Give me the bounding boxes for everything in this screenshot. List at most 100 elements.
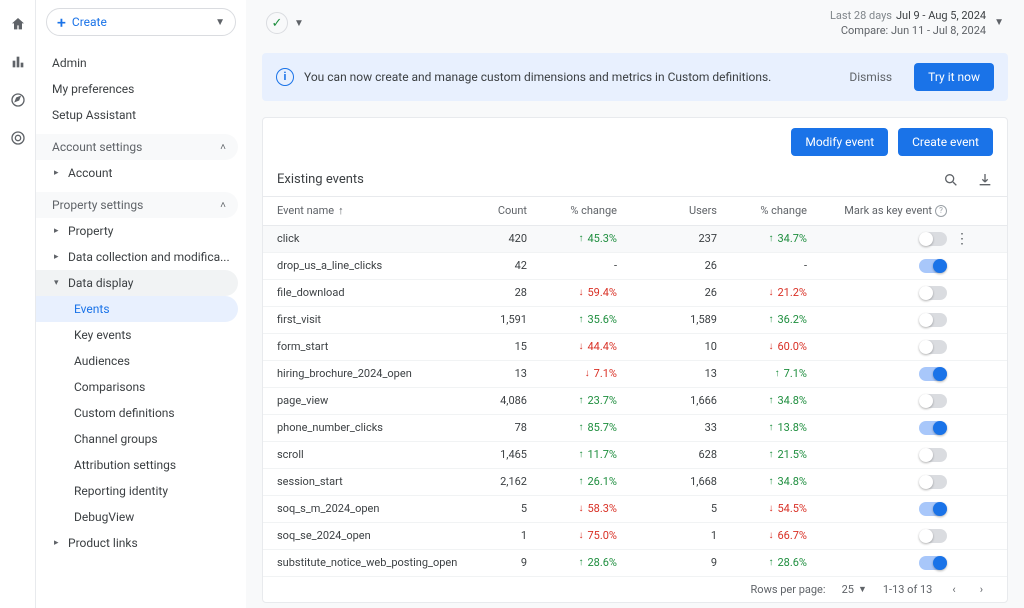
dismiss-button[interactable]: Dismiss [849, 70, 892, 84]
col-change2[interactable]: % change [717, 204, 807, 217]
count-value: 13 [467, 367, 527, 380]
rows-per-page-select[interactable]: 25 ▼ [842, 583, 867, 596]
sub-item-comparisons[interactable]: Comparisons [36, 374, 246, 400]
change-users: ↑34.8% [717, 475, 807, 488]
help-icon[interactable]: ? [935, 205, 947, 217]
status-dropdown[interactable]: ▼ [294, 18, 304, 29]
try-it-now-button[interactable]: Try it now [914, 63, 994, 91]
change-users: ↓66.7% [717, 529, 807, 542]
sub-item-events[interactable]: Events [36, 296, 238, 322]
date-range-picker[interactable]: Last 28 daysJul 9 - Aug 5, 2024 Compare:… [830, 8, 1004, 39]
download-icon[interactable] [977, 172, 993, 188]
col-event-name[interactable]: Event name↑ [277, 204, 467, 217]
key-event-toggle[interactable] [919, 313, 947, 327]
search-icon[interactable] [943, 172, 959, 188]
table-row[interactable]: form_start 15 ↓44.4% 10 ↓60.0% [263, 334, 1007, 361]
caret-right-icon: ▸ [54, 538, 62, 548]
home-icon[interactable] [8, 14, 28, 34]
change-count: ↓59.4% [527, 286, 617, 299]
advertising-icon[interactable] [8, 128, 28, 148]
modify-event-button[interactable]: Modify event [791, 128, 888, 156]
change-count: ↑26.1% [527, 475, 617, 488]
table-row[interactable]: session_start 2,162 ↑26.1% 1,668 ↑34.8% [263, 469, 1007, 496]
key-event-toggle[interactable] [919, 421, 947, 435]
explore-icon[interactable] [8, 90, 28, 110]
sub-item-audiences[interactable]: Audiences [36, 348, 246, 374]
col-count[interactable]: Count [467, 204, 527, 217]
change-users: ↑21.5% [717, 448, 807, 461]
change-users: - [717, 259, 807, 272]
users-value: 9 [617, 556, 717, 569]
key-event-toggle[interactable] [919, 259, 947, 273]
table-row[interactable]: drop_us_a_line_clicks 42 - 26 - [263, 253, 1007, 280]
key-event-toggle[interactable] [919, 286, 947, 300]
change-count: ↓58.3% [527, 502, 617, 515]
caret-down-icon: ▾ [54, 278, 62, 288]
caret-right-icon: ▸ [54, 168, 62, 178]
more-icon[interactable]: ⋮ [947, 231, 977, 247]
event-name: soq_s_m_2024_open [277, 502, 467, 515]
key-event-toggle[interactable] [919, 340, 947, 354]
key-event-toggle[interactable] [919, 232, 947, 246]
prev-page-button[interactable]: ‹ [948, 583, 959, 596]
nav-preferences[interactable]: My preferences [36, 76, 246, 102]
col-change1[interactable]: % change [527, 204, 617, 217]
caret-right-icon: ▸ [54, 252, 62, 262]
info-banner: i You can now create and manage custom d… [262, 53, 1008, 101]
key-event-toggle[interactable] [919, 367, 947, 381]
tree-item-property[interactable]: ▸ Property [36, 218, 246, 244]
reports-icon[interactable] [8, 52, 28, 72]
tree-item-account[interactable]: ▸ Account [36, 160, 246, 186]
col-users[interactable]: Users [617, 204, 717, 217]
table-row[interactable]: soq_s_m_2024_open 5 ↓58.3% 5 ↓54.5% [263, 496, 1007, 523]
sub-item-custom-definitions[interactable]: Custom definitions [36, 400, 246, 426]
change-users: ↓21.2% [717, 286, 807, 299]
table-row[interactable]: substitute_notice_web_posting_open 9 ↑28… [263, 550, 1007, 577]
sub-item-attribution[interactable]: Attribution settings [36, 452, 246, 478]
key-event-toggle[interactable] [919, 556, 947, 570]
table-row[interactable]: soq_se_2024_open 1 ↓75.0% 1 ↓66.7% [263, 523, 1007, 550]
tree-item-data-display[interactable]: ▾ Data display [36, 270, 238, 296]
table-row[interactable]: scroll 1,465 ↑11.7% 628 ↑21.5% [263, 442, 1007, 469]
info-icon: i [276, 68, 294, 86]
event-name: file_download [277, 286, 467, 299]
key-event-toggle[interactable] [919, 394, 947, 408]
status-check-icon[interactable]: ✓ [266, 12, 288, 34]
nav-admin[interactable]: Admin [36, 50, 246, 76]
key-event-toggle[interactable] [919, 502, 947, 516]
table-row[interactable]: phone_number_clicks 78 ↑85.7% 33 ↑13.8% [263, 415, 1007, 442]
key-event-toggle[interactable] [919, 529, 947, 543]
sub-item-reporting-identity[interactable]: Reporting identity [36, 478, 246, 504]
users-value: 33 [617, 421, 717, 434]
caret-right-icon: ▸ [54, 226, 62, 236]
table-row[interactable]: page_view 4,086 ↑23.7% 1,666 ↑34.8% [263, 388, 1007, 415]
create-button[interactable]: + Create ▼ [46, 8, 236, 36]
sub-item-channel-groups[interactable]: Channel groups [36, 426, 246, 452]
create-event-button[interactable]: Create event [898, 128, 993, 156]
table-row[interactable]: file_download 28 ↓59.4% 26 ↓21.2% [263, 280, 1007, 307]
users-value: 5 [617, 502, 717, 515]
count-value: 28 [467, 286, 527, 299]
table-row[interactable]: click 420 ↑45.3% 237 ↑34.7% ⋮ [263, 226, 1007, 253]
table-title: Existing events [277, 172, 364, 187]
event-name: hiring_brochure_2024_open [277, 367, 467, 380]
users-value: 13 [617, 367, 717, 380]
change-users: ↓60.0% [717, 340, 807, 353]
change-count: ↓44.4% [527, 340, 617, 353]
sub-item-key-events[interactable]: Key events [36, 322, 246, 348]
nav-setup-assistant[interactable]: Setup Assistant [36, 102, 246, 128]
tree-item-data-collection[interactable]: ▸ Data collection and modifica... [36, 244, 246, 270]
section-property-settings[interactable]: Property settings ˄ [36, 192, 238, 218]
users-value: 1 [617, 529, 717, 542]
key-event-toggle[interactable] [919, 448, 947, 462]
key-event-toggle[interactable] [919, 475, 947, 489]
chevron-up-icon: ˄ [220, 142, 226, 153]
tree-item-product-links[interactable]: ▸ Product links [36, 530, 246, 556]
section-account-settings[interactable]: Account settings ˄ [36, 134, 238, 160]
event-name: substitute_notice_web_posting_open [277, 556, 467, 569]
next-page-button[interactable]: › [976, 583, 987, 596]
table-row[interactable]: first_visit 1,591 ↑35.6% 1,589 ↑36.2% [263, 307, 1007, 334]
sub-item-debugview[interactable]: DebugView [36, 504, 246, 530]
table-row[interactable]: hiring_brochure_2024_open 13 ↓7.1% 13 ↑7… [263, 361, 1007, 388]
event-name: drop_us_a_line_clicks [277, 259, 467, 272]
